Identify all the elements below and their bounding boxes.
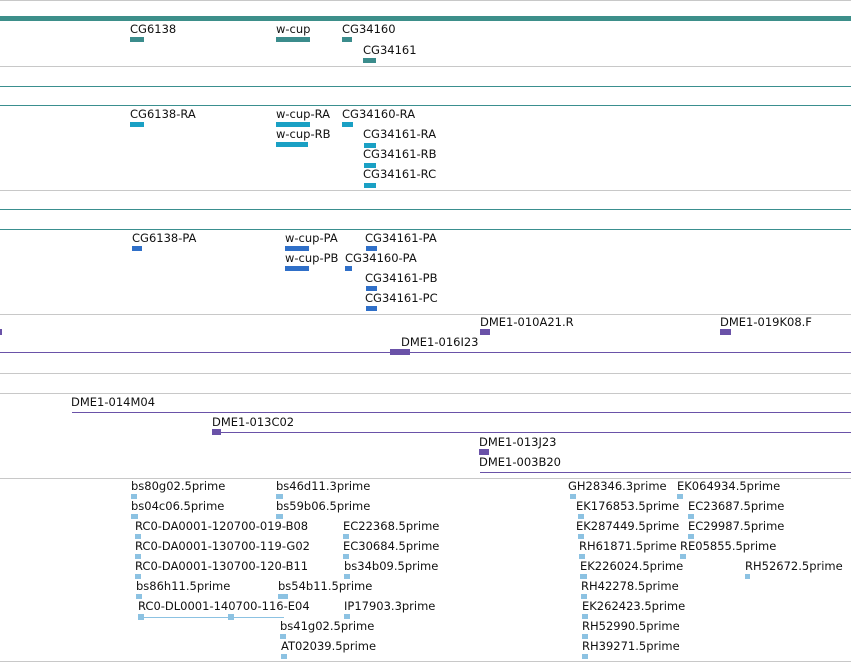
feature-label[interactable]: GH28346.3prime — [568, 480, 667, 493]
bac-line — [212, 432, 851, 433]
est-glyph[interactable] — [582, 654, 588, 659]
feature-label[interactable]: w-cup-PA — [285, 232, 338, 245]
gene-glyph[interactable] — [342, 37, 352, 42]
feature-label[interactable]: DME1-010A21.R — [480, 316, 574, 329]
feature-label[interactable]: RC0-DL0001-140700-116-E04 — [138, 600, 310, 613]
feature-label[interactable]: DME1-016I23 — [401, 336, 479, 349]
transcript-glyph[interactable] — [342, 122, 353, 127]
protein-glyph[interactable] — [132, 246, 142, 251]
feature-label[interactable]: bs80g02.5prime — [131, 480, 225, 493]
feature-label[interactable]: CG6138-RA — [130, 108, 196, 121]
genome-browser-view: CG6138 w-cup CG34160 CG34161 CG6138-RA w… — [0, 0, 851, 662]
est-glyph[interactable] — [745, 574, 750, 579]
bac-line — [480, 472, 851, 473]
track-separator — [0, 190, 851, 191]
bac-line — [0, 352, 851, 353]
feature-label[interactable]: CG34161-PC — [365, 292, 438, 305]
feature-label[interactable]: RH52672.5prime — [745, 560, 843, 573]
feature-label[interactable]: EC29987.5prime — [688, 520, 784, 533]
feature-label[interactable]: bs54b11.5prime — [278, 580, 372, 593]
feature-label[interactable]: CG34161-PB — [365, 272, 438, 285]
feature-label[interactable]: EC23687.5prime — [688, 500, 784, 513]
feature-label[interactable]: CG34161 — [363, 44, 417, 57]
feature-label[interactable]: RH42278.5prime — [581, 580, 679, 593]
gene-glyph[interactable] — [130, 37, 144, 42]
feature-label[interactable]: EK064934.5prime — [677, 480, 780, 493]
feature-label[interactable]: DME1-014M04 — [71, 396, 155, 409]
feature-label[interactable]: w-cup — [276, 23, 310, 36]
feature-label[interactable]: EK176853.5prime — [576, 500, 679, 513]
transcript-glyph[interactable] — [130, 122, 144, 127]
feature-label[interactable]: AT02039.5prime — [281, 640, 376, 653]
feature-label[interactable]: w-cup-PB — [285, 252, 338, 265]
feature-label[interactable]: DME1-003B20 — [479, 456, 561, 469]
feature-label[interactable]: bs34b09.5prime — [344, 560, 438, 573]
protein-glyph[interactable] — [366, 306, 377, 311]
feature-label[interactable]: CG34160 — [342, 23, 396, 36]
gene-glyph[interactable] — [276, 37, 310, 42]
feature-label[interactable]: RH61871.5prime — [579, 540, 677, 553]
feature-label[interactable]: EC22368.5prime — [343, 520, 439, 533]
feature-label[interactable]: RH39271.5prime — [582, 640, 680, 653]
est-glyph[interactable] — [281, 654, 287, 659]
feature-label[interactable]: RC0-DA0001-130700-120-B11 — [135, 560, 308, 573]
bac-glyph[interactable] — [0, 329, 2, 335]
track-separator — [0, 373, 851, 374]
est-glyph[interactable] — [228, 614, 234, 620]
protein-glyph[interactable] — [366, 246, 377, 251]
feature-label[interactable]: bs41g02.5prime — [280, 620, 374, 633]
gene-glyph[interactable] — [363, 58, 376, 63]
feature-label[interactable]: EK262423.5prime — [582, 600, 685, 613]
protein-glyph[interactable] — [285, 266, 309, 271]
feature-label[interactable]: bs04c06.5prime — [131, 500, 224, 513]
feature-label[interactable]: CG6138 — [130, 23, 176, 36]
feature-label[interactable]: bs46d11.3prime — [276, 480, 370, 493]
feature-label[interactable]: w-cup-RA — [276, 108, 330, 121]
track-line — [0, 229, 851, 230]
feature-label[interactable]: IP17903.3prime — [344, 600, 435, 613]
bac-glyph[interactable] — [390, 349, 410, 355]
track-separator — [0, 66, 851, 67]
feature-label[interactable]: CG34161-RB — [363, 148, 437, 161]
feature-label[interactable]: DME1-019K08.F — [720, 316, 812, 329]
feature-label[interactable]: RC0-DA0001-120700-019-B08 — [135, 520, 308, 533]
bac-glyph[interactable] — [480, 329, 490, 335]
feature-label[interactable]: CG34161-RA — [363, 128, 436, 141]
feature-label[interactable]: RH52990.5prime — [582, 620, 680, 633]
feature-label[interactable]: CG6138-PA — [132, 232, 196, 245]
est-glyph[interactable] — [138, 614, 144, 620]
protein-glyph[interactable] — [345, 266, 352, 271]
feature-label[interactable]: bs59b06.5prime — [276, 500, 370, 513]
feature-label[interactable]: DME1-013C02 — [212, 416, 294, 429]
bac-line — [72, 412, 851, 413]
feature-label[interactable]: CG34160-RA — [342, 108, 415, 121]
feature-label[interactable]: RC0-DA0001-130700-119-G02 — [135, 540, 310, 553]
transcript-glyph[interactable] — [276, 142, 308, 147]
track-line — [0, 105, 851, 106]
track-line — [0, 86, 851, 87]
feature-label[interactable]: EC30684.5prime — [343, 540, 439, 553]
feature-label[interactable]: CG34161-RC — [363, 168, 436, 181]
transcript-glyph[interactable] — [364, 183, 376, 188]
feature-label[interactable]: CG34161-PA — [365, 232, 437, 245]
feature-label[interactable]: EK226024.5prime — [580, 560, 683, 573]
top-border — [0, 0, 851, 1]
gene-track-header-bar — [0, 16, 851, 21]
bac-glyph[interactable] — [720, 329, 731, 335]
feature-label[interactable]: bs86h11.5prime — [136, 580, 230, 593]
feature-label[interactable]: w-cup-RB — [276, 128, 331, 141]
track-line — [0, 209, 851, 210]
feature-label[interactable]: RE05855.5prime — [680, 540, 776, 553]
bac-glyph[interactable] — [212, 429, 221, 435]
track-separator — [0, 393, 851, 394]
feature-label[interactable]: DME1-013J23 — [479, 436, 557, 449]
feature-label[interactable]: EK287449.5prime — [576, 520, 679, 533]
est-line — [138, 617, 284, 618]
feature-label[interactable]: CG34160-PA — [345, 252, 417, 265]
